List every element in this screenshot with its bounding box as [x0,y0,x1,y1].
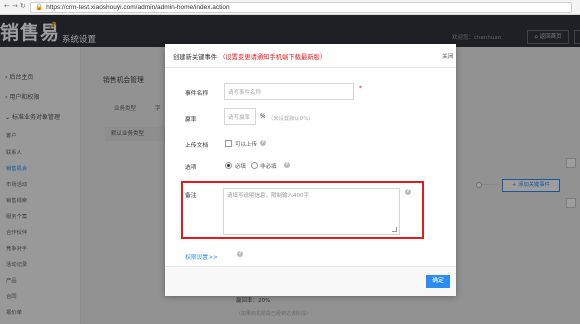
radio-optional[interactable] [251,162,258,169]
url-text: https://crm-test.xiaoshouyi.com/admin/ad… [46,4,230,11]
address-bar[interactable]: 🔒 https://crm-test.xiaoshouyi.com/admin/a… [30,2,572,13]
reload-icon[interactable]: ↻ [20,2,26,10]
lock-icon: 🔒 [35,4,44,11]
forward-icon[interactable]: → [12,2,18,10]
confirm-button[interactable]: 确定 [426,275,450,288]
upload-checkbox[interactable] [225,140,232,147]
event-name-label: 事件名称 [185,91,209,97]
help-icon[interactable]: ? [284,162,290,168]
highlight-box [181,181,424,239]
dialog-warning: （设置变更请通知手机端下载最新版） [219,54,327,61]
upload-label: 上传文档 [185,143,209,149]
permission-settings-link[interactable]: 权限设置>> [185,252,218,261]
radio-optional-label: 非必填 [260,164,277,170]
event-name-input[interactable]: 请写事件名称 [224,83,354,100]
browser-toolbar: ← → ↻ 🔒 https://crm-test.xiaoshouyi.com/a… [0,0,580,15]
help-icon[interactable]: ? [260,140,266,146]
back-icon[interactable]: ← [4,2,10,10]
radio-required[interactable] [225,162,232,169]
options-label: 选项 [185,165,197,171]
help-icon[interactable]: ? [237,251,243,257]
dialog-footer: 确定 [165,266,456,296]
close-button[interactable]: 关闭 [442,51,454,60]
upload-option-label: 可以上传 [235,142,258,148]
radio-required-label: 必填 [235,164,247,170]
required-mark: * [359,85,362,92]
win-rate-input[interactable]: 请写赢率 [224,108,256,125]
dialog-title: 创建新关键事件 （设置变更请通知手机端下载最新版） [173,54,327,61]
win-rate-hint: （未设置默认0%） [268,116,314,122]
win-rate-label: 赢率 [185,117,197,123]
win-rate-unit: % [260,114,266,120]
dialog-header: 创建新关键事件 （设置变更请通知手机端下载最新版） 关闭 [165,44,456,68]
create-key-event-dialog: 创建新关键事件 （设置变更请通知手机端下载最新版） 关闭 事件名称 请写事件名称 … [165,44,456,296]
